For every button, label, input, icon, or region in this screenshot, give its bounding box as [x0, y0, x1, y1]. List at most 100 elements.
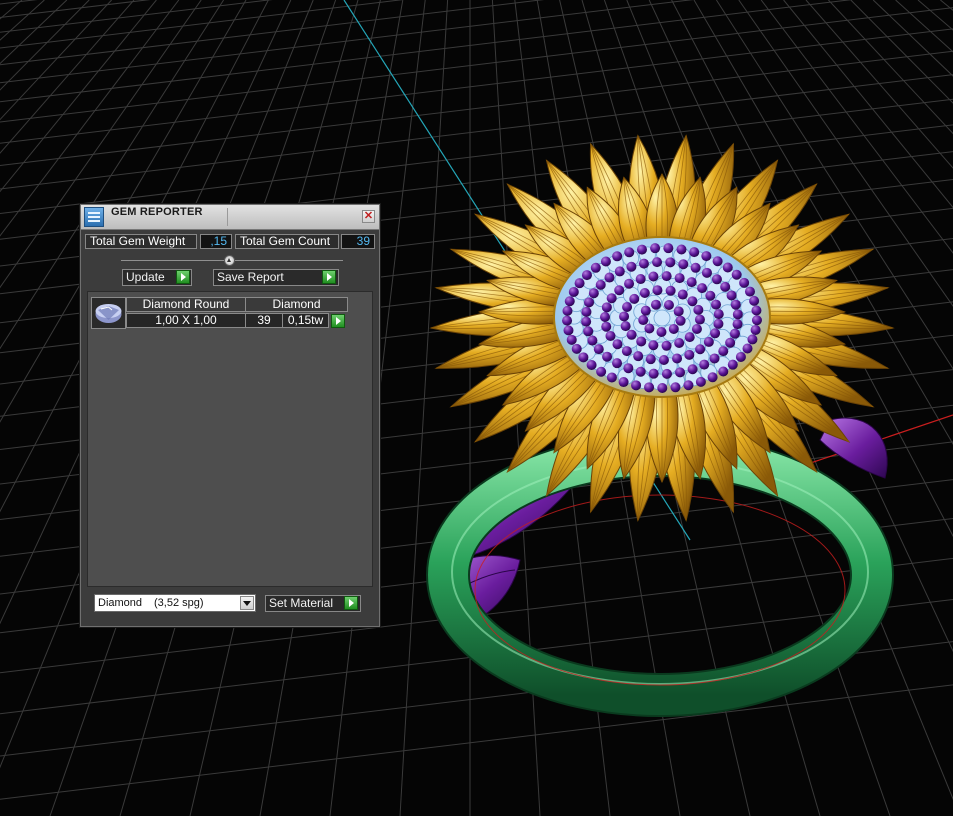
prong — [619, 311, 630, 322]
prong — [581, 316, 592, 327]
prong — [564, 296, 575, 307]
chevron-down-icon[interactable] — [240, 596, 254, 610]
prong — [668, 323, 679, 334]
prong — [661, 368, 672, 379]
prong — [675, 367, 686, 378]
prong — [618, 377, 629, 388]
material-select-spg: (3,52 spg) — [154, 597, 204, 609]
prong — [729, 328, 740, 339]
prong — [713, 318, 724, 329]
prong — [711, 299, 722, 310]
prong — [661, 271, 672, 282]
prong — [638, 315, 649, 326]
prong — [586, 359, 597, 370]
prong — [712, 256, 723, 267]
prong — [645, 354, 656, 365]
prong — [661, 340, 672, 351]
material-select[interactable]: Diamond (3,52 spg) — [94, 594, 256, 612]
play-arrow-icon[interactable] — [344, 596, 358, 610]
prong — [596, 366, 607, 377]
prong — [638, 258, 649, 269]
prong — [730, 299, 741, 310]
prong — [568, 286, 579, 297]
play-arrow-icon[interactable] — [176, 270, 190, 284]
prong — [614, 266, 625, 277]
close-icon[interactable]: ✕ — [362, 210, 375, 223]
prong — [744, 286, 755, 297]
play-arrow-icon[interactable] — [331, 314, 345, 328]
prong — [648, 271, 659, 282]
prong — [749, 295, 760, 306]
prong — [697, 283, 708, 294]
save-report-button-label: Save Report — [217, 270, 284, 284]
prong — [600, 311, 611, 322]
prong — [612, 339, 623, 350]
set-material-button-label: Set Material — [269, 596, 334, 610]
prong — [731, 269, 742, 280]
prong — [621, 346, 632, 357]
prong — [650, 299, 661, 310]
size-slider-knob[interactable] — [224, 255, 235, 266]
prong — [713, 309, 724, 320]
prong — [727, 359, 738, 370]
title-bar[interactable]: GEM REPORTER ✕ — [81, 205, 379, 230]
prong — [675, 315, 686, 326]
prong — [699, 359, 710, 370]
prong — [665, 285, 676, 296]
prong — [595, 279, 606, 290]
prong — [601, 321, 612, 332]
update-button-label: Update — [126, 270, 165, 284]
prong — [672, 353, 683, 364]
prong — [648, 340, 659, 351]
set-material-button[interactable]: Set Material — [265, 595, 361, 612]
prong — [701, 267, 712, 278]
save-report-button[interactable]: Save Report — [213, 269, 339, 286]
prong — [720, 281, 731, 292]
prong — [606, 372, 617, 383]
prong — [658, 354, 669, 365]
update-button[interactable]: Update — [122, 269, 192, 286]
play-arrow-icon[interactable] — [322, 270, 336, 284]
prong — [601, 302, 612, 313]
prong — [722, 262, 733, 273]
prong — [663, 299, 674, 310]
total-gem-count-value: 39 — [341, 234, 375, 249]
prong — [566, 334, 577, 345]
prong — [639, 288, 650, 299]
total-gem-count-label: Total Gem Count — [235, 234, 339, 249]
prong — [578, 352, 589, 363]
prong — [683, 380, 694, 391]
prong — [732, 319, 743, 330]
material-select-value: Diamond — [98, 597, 143, 609]
prong — [652, 285, 663, 296]
prong — [581, 270, 592, 281]
prong — [705, 290, 716, 301]
prong — [687, 296, 698, 307]
prong — [732, 309, 743, 320]
gem-size-cell: 1,00 X 1,00 — [126, 313, 246, 328]
prong — [673, 306, 684, 317]
title-separator — [227, 208, 228, 226]
prong — [695, 344, 706, 355]
prong — [689, 247, 700, 258]
prong — [691, 324, 702, 334]
prong — [674, 337, 685, 348]
prong — [623, 363, 634, 374]
prong — [636, 244, 647, 255]
prong — [562, 305, 573, 316]
prong — [602, 351, 613, 362]
prong — [751, 315, 762, 326]
prong — [588, 288, 599, 299]
prong — [620, 321, 631, 332]
prong — [633, 351, 644, 362]
prong — [701, 251, 712, 262]
prong — [739, 277, 750, 288]
prong — [604, 272, 615, 283]
prong — [684, 349, 695, 360]
gem-reporter-icon — [84, 207, 104, 227]
prong — [626, 261, 637, 272]
prong — [629, 293, 640, 304]
gem-material-cell: Diamond — [245, 297, 348, 312]
prong — [735, 351, 746, 362]
gem-shape-cell: Diamond Round — [126, 297, 246, 312]
